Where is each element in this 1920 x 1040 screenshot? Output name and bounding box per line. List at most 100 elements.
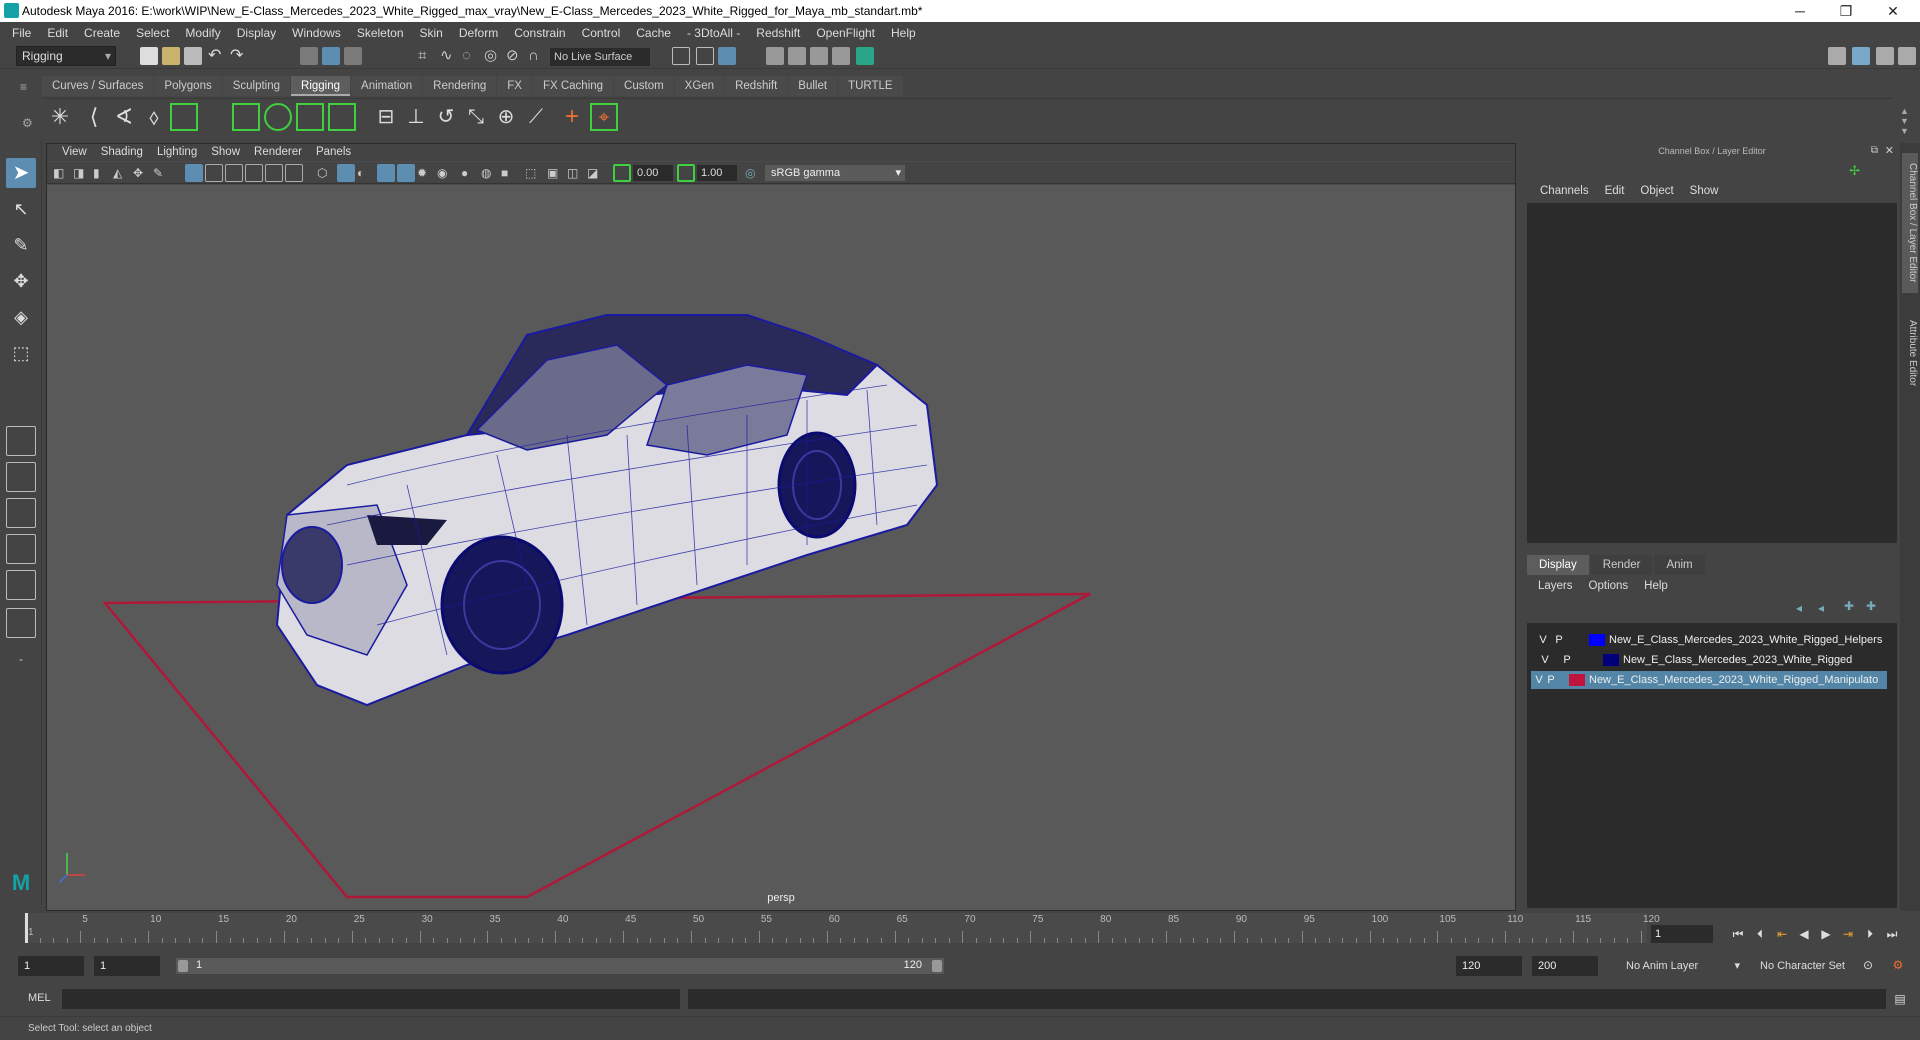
- layer-row[interactable]: V P New_E_Class_Mercedes_2023_White_Rigg…: [1531, 631, 1887, 649]
- layer-color-swatch[interactable]: [1603, 654, 1619, 666]
- shelf-tab-xgen[interactable]: XGen: [674, 76, 725, 96]
- motion-blur-icon[interactable]: ◍: [481, 164, 499, 182]
- menu-deform[interactable]: Deform: [451, 26, 506, 40]
- locator-icon[interactable]: +: [558, 103, 586, 131]
- step-back-frame-icon[interactable]: ⏴: [1752, 925, 1768, 943]
- textured-icon[interactable]: [397, 164, 415, 182]
- shelf-tab-redshift[interactable]: Redshift: [725, 76, 788, 96]
- gate-mask-icon[interactable]: [245, 164, 263, 182]
- auto-key-icon[interactable]: ⊙: [1860, 956, 1876, 974]
- shelf-scroll-icon[interactable]: ▲ ▼ ▼: [1900, 106, 1909, 136]
- point-constraint-icon[interactable]: ⊥: [402, 103, 430, 131]
- script-editor-icon[interactable]: ▤: [1892, 990, 1908, 1008]
- menu-skin[interactable]: Skin: [412, 26, 451, 40]
- range-start-handle[interactable]: [178, 960, 188, 972]
- anti-aliasing-icon[interactable]: ■: [501, 164, 519, 182]
- film-gate-icon[interactable]: [205, 164, 223, 182]
- attribute-editor-toggle-icon[interactable]: [1852, 47, 1870, 65]
- menu-openflight[interactable]: OpenFlight: [808, 26, 883, 40]
- menu-help[interactable]: Help: [883, 26, 924, 40]
- range-bar[interactable]: 1 120: [176, 958, 944, 974]
- shelf-tab-custom[interactable]: Custom: [614, 76, 674, 96]
- layer-name[interactable]: New_E_Class_Mercedes_2023_White_Rigged_M…: [1589, 671, 1887, 689]
- lasso-tool-icon[interactable]: ↖: [6, 194, 36, 224]
- layer-playback-toggle[interactable]: P: [1545, 671, 1557, 689]
- play-forwards-icon[interactable]: ▶: [1818, 925, 1834, 943]
- shelf-tab-rendering[interactable]: Rendering: [423, 76, 497, 96]
- character-set-dropdown[interactable]: No Character Set: [1756, 956, 1864, 976]
- restore-button[interactable]: ❐: [1823, 0, 1869, 22]
- select-hierarchy-icon[interactable]: [300, 47, 318, 65]
- layer-tab-display[interactable]: Display: [1527, 555, 1589, 575]
- gamma-field[interactable]: 1.00: [697, 165, 737, 181]
- undo-icon[interactable]: ↶: [208, 47, 226, 65]
- use-all-lights-icon[interactable]: ✹: [417, 164, 435, 182]
- menu-create[interactable]: Create: [76, 26, 128, 40]
- isolate-select-icon[interactable]: ⬚: [525, 164, 543, 182]
- menu-cache[interactable]: Cache: [628, 26, 679, 40]
- new-layer-selected-icon[interactable]: ✚: [1866, 599, 1876, 613]
- menu-control[interactable]: Control: [574, 26, 629, 40]
- step-forward-frame-icon[interactable]: ⏵: [1862, 925, 1878, 943]
- magnet-icon[interactable]: ∩: [528, 47, 546, 65]
- side-tab-attribute-editor[interactable]: Attribute Editor: [1902, 308, 1918, 398]
- close-button[interactable]: ✕: [1870, 0, 1916, 22]
- menu-skeleton[interactable]: Skeleton: [349, 26, 412, 40]
- smooth-bind-icon[interactable]: [264, 103, 292, 131]
- camera-attributes-icon[interactable]: ◨: [73, 164, 91, 182]
- menu-redshift[interactable]: Redshift: [748, 26, 808, 40]
- snap-point-icon[interactable]: ◌: [462, 47, 480, 65]
- wireframe-on-shaded-icon[interactable]: [377, 164, 395, 182]
- cluster-icon[interactable]: ⌖: [590, 103, 618, 131]
- wrap-deformer-icon[interactable]: [328, 103, 356, 131]
- tool-settings-toggle-icon[interactable]: [1876, 47, 1894, 65]
- aim-constraint-icon[interactable]: ⊕: [492, 103, 520, 131]
- scale-tool-icon[interactable]: ⬚: [6, 338, 36, 368]
- step-back-key-icon[interactable]: ⇤: [1774, 925, 1790, 943]
- select-component-icon[interactable]: [344, 47, 362, 65]
- ipr-render-icon[interactable]: [810, 47, 828, 65]
- playback-end-field[interactable]: 120: [1456, 956, 1522, 976]
- gamma-icon[interactable]: [677, 164, 695, 182]
- command-language-label[interactable]: MEL: [28, 992, 51, 1004]
- close-panel-icon[interactable]: ✕: [1885, 144, 1894, 157]
- playback-start-field[interactable]: 1: [94, 956, 160, 976]
- select-tool-icon[interactable]: ➤: [6, 158, 36, 188]
- xray-components-icon[interactable]: ◪: [587, 164, 605, 182]
- render-frame-icon[interactable]: [788, 47, 806, 65]
- channel-list[interactable]: [1527, 203, 1897, 543]
- go-to-start-icon[interactable]: ⏮: [1730, 925, 1746, 943]
- layer-menu-help[interactable]: Help: [1636, 580, 1676, 592]
- smooth-shade-icon[interactable]: [337, 164, 355, 182]
- save-scene-icon[interactable]: [184, 47, 202, 65]
- layer-color-swatch[interactable]: [1569, 674, 1585, 686]
- anim-layer-dropdown[interactable]: No Anim Layer ▾: [1622, 956, 1742, 976]
- input-ops-icon[interactable]: [672, 47, 690, 65]
- open-scene-icon[interactable]: [162, 47, 180, 65]
- viewport-menu-renderer[interactable]: Renderer: [247, 144, 309, 161]
- xray-icon[interactable]: ▣: [547, 164, 565, 182]
- output-ops-icon[interactable]: [696, 47, 714, 65]
- shelf-tab-turtle[interactable]: TURTLE: [838, 76, 903, 96]
- shelf-menu-icon[interactable]: ≡: [20, 80, 27, 94]
- snap-surface-icon[interactable]: ⊘: [506, 47, 524, 65]
- default-material-icon[interactable]: ◐: [357, 164, 375, 182]
- modeling-toolkit-icon[interactable]: [1828, 47, 1846, 65]
- layer-visibility-toggle[interactable]: V: [1533, 671, 1545, 689]
- step-forward-key-icon[interactable]: ⇥: [1840, 925, 1856, 943]
- viewport-panel[interactable]: View Shading Lighting Show Renderer Pane…: [46, 143, 1516, 911]
- quick-rig-icon[interactable]: [170, 103, 198, 131]
- hypershade-icon[interactable]: [856, 47, 874, 65]
- go-to-end-icon[interactable]: ⏭: [1884, 925, 1900, 943]
- perspective-scene[interactable]: persp: [47, 185, 1515, 910]
- camera-select-icon[interactable]: ◧: [53, 164, 71, 182]
- channel-box-toggle-icon[interactable]: [1898, 47, 1916, 65]
- channel-menu-edit[interactable]: Edit: [1597, 185, 1633, 197]
- paint-select-icon[interactable]: ✎: [6, 230, 36, 260]
- grid-toggle-icon[interactable]: [185, 164, 203, 182]
- render-settings-icon[interactable]: [832, 47, 850, 65]
- outliner-persp-layout-icon[interactable]: [6, 608, 36, 638]
- snap-view-icon[interactable]: ◎: [484, 47, 502, 65]
- ik-spline-icon[interactable]: ⬨: [140, 103, 168, 131]
- construction-history-icon[interactable]: [718, 47, 736, 65]
